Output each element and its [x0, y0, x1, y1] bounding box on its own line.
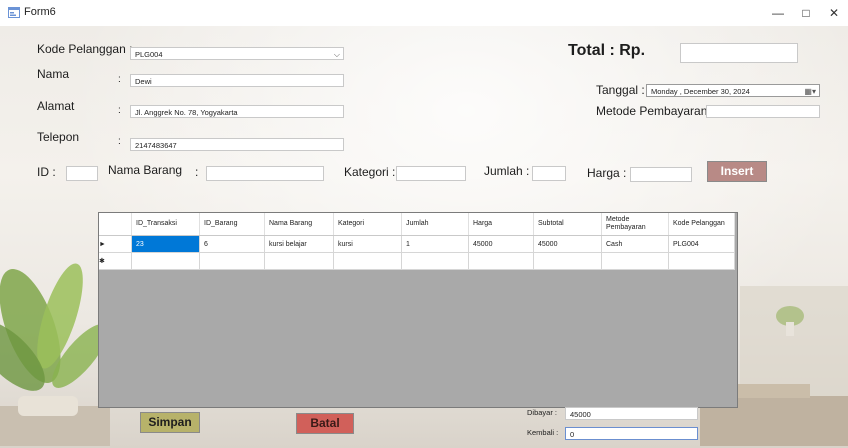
table-cell[interactable]: kursi	[333, 235, 402, 253]
kode-pelanggan-combobox[interactable]: PLG004 ⌵	[130, 47, 344, 60]
telepon-label: Telepon	[37, 130, 80, 144]
grid-header-row: ID_Transaksi ID_Barang Nama Barang Kateg…	[99, 213, 735, 236]
nama-barang-colon: :	[195, 165, 199, 179]
maximize-icon[interactable]: □	[792, 4, 820, 22]
column-header-id-transaksi[interactable]: ID_Transaksi	[131, 213, 200, 236]
telepon-field[interactable]: 2147483647	[130, 138, 344, 151]
dibayar-label: Dibayar :	[527, 408, 558, 417]
column-header-subtotal[interactable]: Subtotal	[533, 213, 602, 236]
kode-pelanggan-label: Kode Pelanggan :	[37, 42, 133, 56]
table-cell[interactable]: 45000	[468, 235, 534, 253]
table-cell[interactable]	[131, 252, 200, 270]
telepon-colon: :	[118, 136, 121, 147]
plant-background-image	[0, 263, 110, 446]
table-cell[interactable]: 23	[131, 235, 200, 253]
id-field[interactable]	[66, 166, 98, 181]
table-cell[interactable]	[333, 252, 402, 270]
table-cell[interactable]: 6	[199, 235, 265, 253]
column-header-metode-pembayaran[interactable]: Metode Pembayaran	[601, 213, 669, 236]
harga-field[interactable]	[630, 167, 692, 182]
alamat-label: Alamat	[37, 99, 75, 113]
table-cell[interactable]: 1	[401, 235, 469, 253]
current-row-indicator-icon[interactable]: ►	[99, 235, 132, 253]
nama-barang-label: Nama Barang	[108, 163, 183, 177]
column-header-id-barang[interactable]: ID_Barang	[199, 213, 265, 236]
close-icon[interactable]: ✕	[820, 4, 848, 22]
new-row-indicator-icon[interactable]: ✱	[99, 252, 132, 270]
table-cell[interactable]	[468, 252, 534, 270]
column-header-kode-pelanggan[interactable]: Kode Pelanggan	[668, 213, 735, 236]
new-table-row[interactable]: ✱	[99, 252, 735, 270]
table-row[interactable]: ► 23 6 kursi belajar kursi 1 45000 45000…	[99, 235, 735, 253]
nama-label: Nama	[37, 67, 70, 81]
insert-button[interactable]: Insert	[707, 161, 767, 182]
form6-window: Form6 — □ ✕ Kode Pelanggan : PLG004 ⌵ Na	[0, 0, 848, 448]
table-cell[interactable]: PLG004	[668, 235, 735, 253]
window-title: Form6	[24, 6, 56, 18]
table-cell[interactable]	[401, 252, 469, 270]
kategori-field[interactable]	[396, 166, 466, 181]
calendar-dropdown-icon[interactable]: ▦▾	[804, 85, 816, 96]
grid-table: ID_Transaksi ID_Barang Nama Barang Kateg…	[99, 213, 735, 270]
table-cell[interactable]: 45000	[533, 235, 602, 253]
batal-button[interactable]: Batal	[296, 413, 354, 434]
transaksi-datagrid[interactable]: ID_Transaksi ID_Barang Nama Barang Kateg…	[98, 212, 738, 408]
alamat-colon: :	[118, 105, 121, 116]
minimize-icon[interactable]: —	[764, 4, 792, 22]
jumlah-label: Jumlah :	[484, 164, 530, 178]
title-bar[interactable]: Form6 — □ ✕	[0, 0, 848, 26]
kembali-field[interactable]: 0	[565, 427, 698, 440]
simpan-button[interactable]: Simpan	[140, 412, 200, 433]
table-cell[interactable]: Cash	[601, 235, 669, 253]
app-form-icon	[8, 7, 20, 18]
harga-label: Harga :	[587, 166, 627, 180]
table-cell[interactable]	[533, 252, 602, 270]
column-header-harga[interactable]: Harga	[468, 213, 534, 236]
column-header-nama-barang[interactable]: Nama Barang	[264, 213, 334, 236]
table-cell[interactable]	[264, 252, 334, 270]
table-cell[interactable]	[668, 252, 735, 270]
total-field[interactable]	[680, 43, 798, 63]
jumlah-field[interactable]	[532, 166, 566, 181]
metode-pembayaran-field[interactable]	[706, 105, 820, 118]
column-header-jumlah[interactable]: Jumlah	[401, 213, 469, 236]
chevron-down-icon[interactable]: ⌵	[334, 48, 340, 59]
grid-corner-header	[99, 213, 132, 236]
table-cell[interactable]: kursi belajar	[264, 235, 334, 253]
nama-barang-field[interactable]	[206, 166, 324, 181]
kode-pelanggan-value: PLG004	[135, 50, 163, 59]
table-cell[interactable]	[601, 252, 669, 270]
id-label: ID :	[37, 165, 56, 179]
table-cell[interactable]	[199, 252, 265, 270]
alamat-field[interactable]: Jl. Anggrek No. 78, Yogyakarta	[130, 105, 344, 118]
nama-field[interactable]: Dewi	[130, 74, 344, 87]
kategori-label: Kategori :	[344, 165, 396, 179]
tanggal-datepicker[interactable]: Monday , December 30, 2024 ▦▾	[646, 84, 820, 97]
tanggal-label: Tanggal :	[596, 83, 645, 97]
form-client-area: Kode Pelanggan : PLG004 ⌵ Nama : Dewi Al…	[0, 26, 848, 448]
dibayar-field[interactable]: 45000	[565, 407, 698, 420]
metode-pembayaran-label: Metode Pembayaran :	[596, 104, 715, 118]
total-label: Total : Rp.	[568, 42, 646, 59]
tanggal-value: Monday , December 30, 2024	[651, 87, 750, 96]
column-header-kategori[interactable]: Kategori	[333, 213, 402, 236]
kembali-label: Kembali :	[527, 428, 559, 437]
nama-colon: :	[118, 74, 121, 85]
